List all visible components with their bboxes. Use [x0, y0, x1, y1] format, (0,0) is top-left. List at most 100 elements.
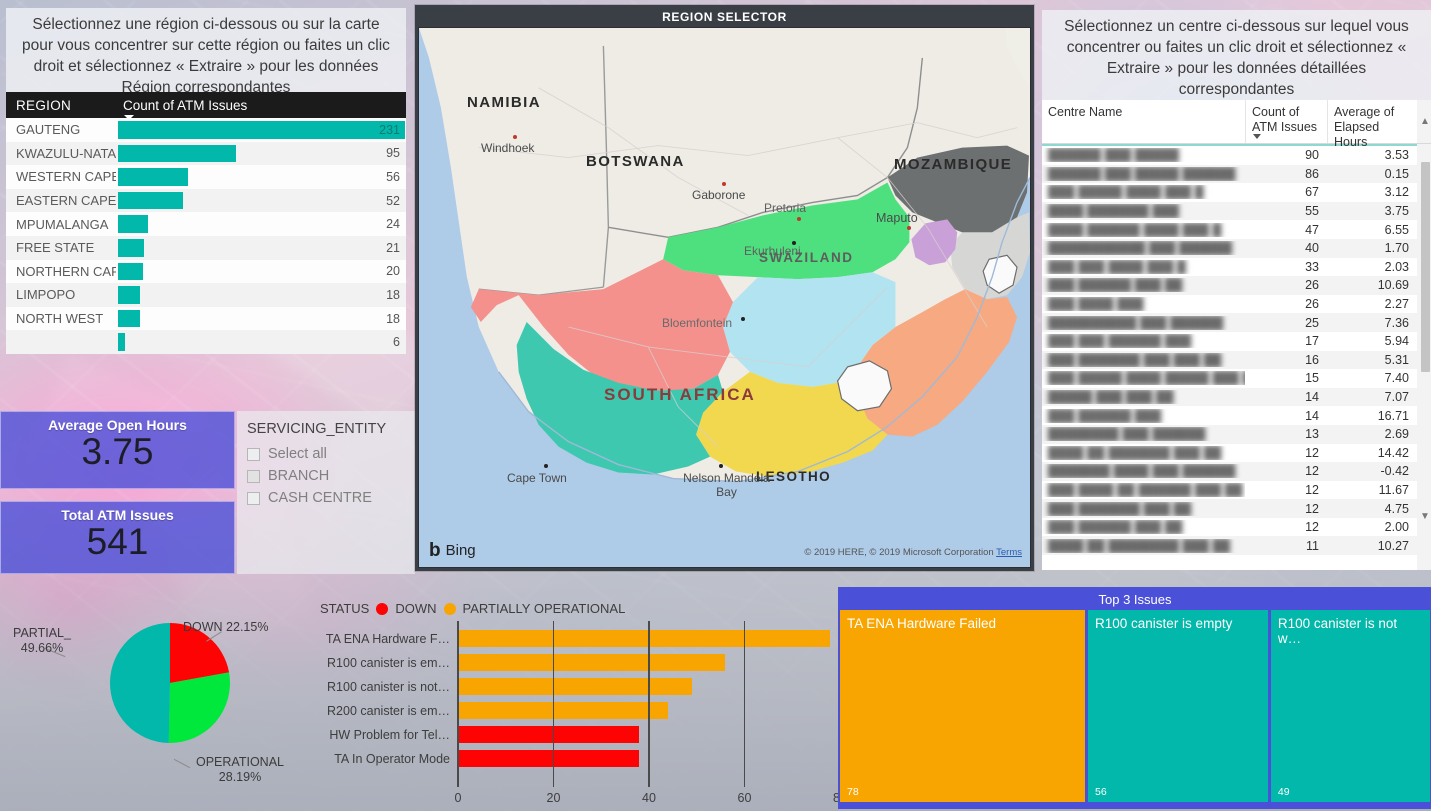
bar-fill[interactable] [458, 654, 726, 671]
table-row[interactable]: ███ ████ ██ ██████ ███ ██ 12 11.67 [1042, 481, 1431, 500]
bar-fill[interactable] [458, 702, 669, 719]
table-row[interactable]: ███ █████ ████ █████ ███ ██ 15 7.40 [1042, 369, 1431, 388]
centre-name-cell: ████ ██████ ████ ███ █ [1048, 222, 1222, 237]
centre-avg-cell: 2.00 [1384, 520, 1409, 535]
bar-fill[interactable] [458, 750, 640, 767]
table-row[interactable]: ███ ███████ ███ ██ 12 4.75 [1042, 499, 1431, 518]
table-row[interactable]: ███ ███ ████ ███ █ 33 2.03 [1042, 258, 1431, 277]
bar-chart-row[interactable]: R100 canister is not… [300, 675, 840, 699]
table-row[interactable]: ███ ██████ ███ 14 16.71 [1042, 406, 1431, 425]
legend-dot-partially-operational [443, 602, 456, 615]
map-terms-link[interactable]: Terms [996, 547, 1022, 558]
centre-avg-cell: 10.27 [1377, 538, 1409, 553]
kpi-total-atm-issues[interactable]: Total ATM Issues 541 [0, 501, 235, 574]
centre-count-column-header[interactable]: Count of ATM Issues [1245, 100, 1327, 143]
treemap-tile[interactable]: TA ENA Hardware Failed 78 [840, 610, 1086, 802]
centre-table-rows[interactable]: ██████ ███ █████ 90 3.53 ██████ ███ █████ █… [1042, 146, 1431, 556]
centre-avg-cell: 2.27 [1384, 297, 1409, 312]
bar-rows[interactable]: TA ENA Hardware F… R100 canister is em… R1… [300, 621, 841, 787]
table-row[interactable]: ███████ ████ ███ ██████ 12 -0.42 [1042, 462, 1431, 481]
servicing-entity-slicer[interactable]: SERVICING_ENTITY Select all BRANCH CASH CE… [237, 411, 415, 574]
centre-count-cell: 16 [1305, 352, 1319, 367]
bing-logo[interactable]: b Bing [429, 541, 476, 560]
centre-count-cell: 14 [1305, 390, 1319, 405]
map-city-pretoria: Pretoria [764, 201, 807, 215]
table-row[interactable]: ████ ██ ████████ ███ ██ 11 10.27 [1042, 536, 1431, 556]
issues-bar-chart[interactable]: STATUS DOWN PARTIALLY OPERATIONAL TA ENA… [300, 595, 847, 811]
status-pie-chart[interactable]: DOWN 22.15% PARTIAL_ 49.66% OPERATIONAL … [0, 590, 320, 811]
region-selector-map[interactable]: REGION SELECTOR NAMIBIA BOTSWANA MOZAMBI… [415, 5, 1034, 571]
table-row[interactable]: ███ ███ ██████ ███ 17 5.94 [1042, 332, 1431, 351]
map-label-mozambique: MOZAMBIQUE [894, 156, 1013, 173]
table-row[interactable]: ████ ██████ ████ ███ █ 47 6.55 [1042, 220, 1431, 239]
table-row[interactable]: GAUTENG 231 [6, 118, 406, 142]
chevron-down-icon[interactable]: ▼ [1420, 511, 1430, 522]
region-table[interactable]: REGION Count of ATM Issues GAUTENG 231 KWA… [6, 92, 406, 354]
legend-label-down[interactable]: DOWN [395, 601, 436, 616]
table-row[interactable]: MPUMALANGA 24 [6, 212, 406, 236]
bar-chart-legend[interactable]: STATUS DOWN PARTIALLY OPERATIONAL [300, 595, 840, 616]
treemap-tile[interactable]: R100 canister is not w… 49 [1270, 610, 1430, 802]
treemap-tiles[interactable]: TA ENA Hardware Failed 78 R100 canister is… [840, 610, 1430, 802]
map-canvas[interactable]: NAMIBIA BOTSWANA MOZAMBIQUE SWAZILAND LE… [418, 27, 1031, 568]
centre-avg-column-header[interactable]: Average of Elapsed Hours [1327, 100, 1417, 149]
table-row[interactable]: LIMPOPO 18 [6, 283, 406, 307]
region-count-value: 231 [379, 122, 400, 137]
slicer-item-branch[interactable]: BRANCH [247, 465, 415, 487]
legend-label-partially-operational[interactable]: PARTIALLY OPERATIONAL [463, 601, 626, 616]
slicer-item-cash-centre[interactable]: CASH CENTRE [247, 487, 415, 509]
checkbox-icon[interactable] [247, 491, 260, 505]
table-row[interactable]: ████ ██ ███████ ███ ██ 12 14.42 [1042, 444, 1431, 463]
table-row[interactable]: ██████████ ███ ██████ 25 7.36 [1042, 313, 1431, 332]
map-dot-maputo [907, 226, 911, 230]
centre-scrollbar-thumb[interactable] [1421, 162, 1430, 372]
table-row[interactable]: ██████ ███ █████ 90 3.53 [1042, 146, 1431, 165]
centre-table[interactable]: Centre Name Count of ATM Issues Average … [1042, 100, 1431, 570]
slicer-item-select-all[interactable]: Select all [247, 443, 415, 465]
treemap-tile[interactable]: R100 canister is empty 56 [1088, 610, 1268, 802]
bar-fill[interactable] [458, 678, 692, 695]
table-row[interactable]: █████ ███ ███ ██ 14 7.07 [1042, 387, 1431, 407]
table-row[interactable]: KWAZULU-NATAL 95 [6, 141, 406, 166]
table-row[interactable]: ████ ███████ ███ 55 3.75 [1042, 201, 1431, 221]
table-row[interactable]: ██████ ███ █████ ██████ 86 0.15 [1042, 164, 1431, 184]
table-row[interactable]: ███ ███████ ███ ███ ██ 16 5.31 [1042, 350, 1431, 370]
bar-chart-row[interactable]: TA ENA Hardware F… [300, 627, 840, 651]
centre-table-scrollbar[interactable]: ▲ [1417, 100, 1431, 143]
checkbox-icon[interactable] [247, 469, 260, 483]
table-row[interactable]: ███████████ ███ ██████ 40 1.70 [1042, 238, 1431, 258]
centre-avg-cell: 7.36 [1384, 315, 1409, 330]
bar-chart-row[interactable]: TA In Operator Mode [300, 747, 840, 771]
table-row[interactable]: ███ █████ ████ ███ █ 67 3.12 [1042, 183, 1431, 202]
chevron-up-icon[interactable]: ▲ [1420, 114, 1430, 129]
bar-chart-row[interactable]: R100 canister is em… [300, 651, 840, 675]
bar-chart-row[interactable]: R200 canister is em… [300, 699, 840, 723]
region-column-header[interactable]: REGION [6, 98, 116, 113]
pie-graphic[interactable] [109, 623, 230, 743]
region-name: EASTERN CAPE [16, 193, 116, 209]
table-row[interactable]: ███ ██████ ███ ██ 26 10.69 [1042, 276, 1431, 295]
top-issues-treemap[interactable]: Top 3 Issues TA ENA Hardware Failed 78 R10… [838, 587, 1431, 809]
centre-name-cell: ███ ████ ███ [1048, 297, 1144, 312]
table-row[interactable]: ████████ ███ ██████ 13 2.69 [1042, 424, 1431, 444]
region-bar [118, 238, 145, 257]
bar-fill[interactable] [458, 726, 640, 743]
bar-fill[interactable] [458, 630, 831, 647]
table-row[interactable]: WESTERN CAPE 56 [6, 165, 406, 189]
table-row[interactable]: 6 [6, 330, 406, 354]
checkbox-icon[interactable] [247, 447, 260, 461]
table-row[interactable]: ███ ████ ███ 26 2.27 [1042, 295, 1431, 314]
centre-count-cell: 90 [1305, 148, 1319, 163]
table-row[interactable]: FREE STATE 21 [6, 235, 406, 260]
table-row[interactable]: ███ ██████ ███ ██ 12 2.00 [1042, 518, 1431, 537]
count-column-header[interactable]: Count of ATM Issues [116, 98, 406, 120]
table-row[interactable]: EASTERN CAPE 52 [6, 188, 406, 213]
bar-track [458, 723, 840, 747]
centre-scrollbar-track[interactable]: ▼ [1417, 144, 1431, 570]
table-row[interactable]: NORTH WEST 18 [6, 306, 406, 331]
kpi-average-open-hours[interactable]: Average Open Hours 3.75 [0, 411, 235, 489]
centre-name-column-header[interactable]: Centre Name [1042, 100, 1245, 143]
centre-name-cell: ███████ ████ ███ ██████ [1048, 464, 1236, 479]
bar-chart-row[interactable]: HW Problem for Tel… [300, 723, 840, 747]
table-row[interactable]: NORTHERN CAPE 20 [6, 259, 406, 284]
